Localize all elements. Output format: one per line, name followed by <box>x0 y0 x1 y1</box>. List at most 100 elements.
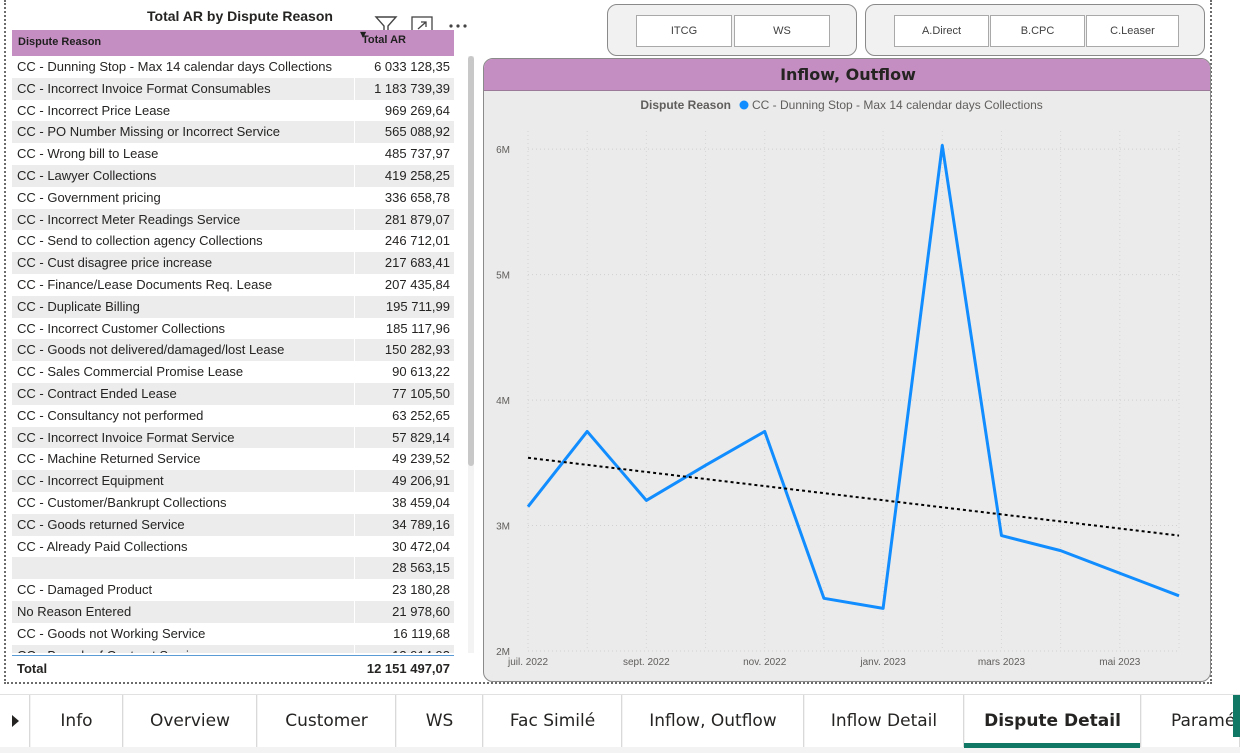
cell-dispute-reason: CC - Incorrect Meter Readings Service <box>17 211 241 227</box>
inflow-outflow-chart[interactable]: Inflow, Outflow Dispute Reason CC - Dunni… <box>483 58 1211 682</box>
scrollbar-thumb[interactable] <box>468 56 474 466</box>
legend-series-label[interactable]: CC - Dunning Stop - Max 14 calendar days… <box>752 98 1043 112</box>
table-row[interactable]: CC - Contract Ended Lease 77 105,50 <box>12 382 454 405</box>
table-row[interactable]: CC - Incorrect Customer Collections 185 1… <box>12 317 454 340</box>
table-body: CC - Dunning Stop - Max 14 calendar days… <box>12 56 454 653</box>
table-row[interactable]: CC - PO Number Missing or Incorrect Serv… <box>12 121 454 144</box>
table-row[interactable]: CC - Incorrect Price Lease 969 269,64 <box>12 99 454 122</box>
cell-divider <box>354 644 355 653</box>
table-row[interactable]: CC - Goods not Working Service 16 119,68 <box>12 622 454 645</box>
tab-ws[interactable]: WS <box>397 695 483 747</box>
slicer-option-ws[interactable]: WS <box>734 15 830 47</box>
cell-total-ar: 16 119,68 <box>393 625 450 641</box>
table-row[interactable]: No Reason Entered 21 978,60 <box>12 600 454 623</box>
x-tick-label: janv. 2023 <box>859 657 906 668</box>
table-row[interactable]: CC - Goods returned Service 34 789,16 <box>12 513 454 536</box>
table-row[interactable]: CC - Customer/Bankrupt Collections 38 459… <box>12 491 454 514</box>
tab-inflow-outflow[interactable]: Inflow, Outflow <box>623 695 804 747</box>
cell-dispute-reason: CC - Dunning Stop - Max 14 calendar days… <box>17 59 333 74</box>
cell-dispute-reason: CC - Goods returned Service <box>17 516 185 532</box>
x-tick-label: juil. 2022 <box>507 657 548 668</box>
page-tabs-bar: Info Overview Customer WS Fac Similé Inf… <box>0 694 1240 753</box>
cell-divider <box>354 470 355 492</box>
table-row[interactable]: CC - Lawyer Collections 419 258,25 <box>12 164 454 187</box>
cell-divider <box>354 382 355 405</box>
cell-total-ar: 336 658,78 <box>384 189 450 205</box>
cell-dispute-reason: CC - Incorrect Customer Collections <box>17 320 226 336</box>
cell-divider <box>354 491 355 514</box>
table-row[interactable]: CC - Incorrect Invoice Format Service 57 … <box>12 426 454 449</box>
cell-total-ar: 207 435,84 <box>384 276 450 292</box>
series-line[interactable] <box>526 143 1180 610</box>
slicer-option-a-direct[interactable]: A.Direct <box>894 15 989 47</box>
cell-dispute-reason: CC - Contract Ended Lease <box>17 385 177 401</box>
y-tick-label: 6M <box>496 145 510 156</box>
table-row[interactable]: CC - Dunning Stop - Max 14 calendar days… <box>12 56 454 78</box>
tabs-scroll-left-icon[interactable] <box>0 695 30 747</box>
active-tab-indicator <box>964 743 1140 748</box>
tab-parametres[interactable]: Paramé <box>1142 695 1240 747</box>
cell-divider <box>354 252 355 274</box>
slicer-option-b-cpc[interactable]: B.CPC <box>990 15 1085 47</box>
tab-inflow-detail[interactable]: Inflow Detail <box>805 695 964 747</box>
cell-dispute-reason: CC - PO Number Missing or Incorrect Serv… <box>17 124 280 140</box>
table-row[interactable]: CC - Incorrect Equipment 49 206,91 <box>12 470 454 492</box>
cell-dispute-reason: CC - Customer/Bankrupt Collections <box>17 494 227 510</box>
table-row[interactable]: CC - Already Paid Collections 30 472,04 <box>12 535 454 558</box>
cell-divider <box>354 426 355 449</box>
y-tick-label: 3M <box>496 522 510 533</box>
cell-dispute-reason: CC - Lawyer Collections <box>17 167 157 183</box>
cell-divider <box>354 361 355 383</box>
tab-fac-simile[interactable]: Fac Similé <box>484 695 622 747</box>
table-row[interactable]: CC - Government pricing 336 658,78 <box>12 186 454 209</box>
report-canvas: Total AR by Dispute Reason Dispute Reaso… <box>0 0 1240 753</box>
tab-customer[interactable]: Customer <box>258 695 396 747</box>
table-row[interactable]: CC - Send to collection agency Collectio… <box>12 230 454 253</box>
cell-divider <box>354 164 355 187</box>
cell-dispute-reason: CC - Already Paid Collections <box>17 538 188 554</box>
cell-total-ar: 28 563,15 <box>392 560 450 576</box>
cell-total-ar: 49 206,91 <box>392 473 450 489</box>
cell-dispute-reason: CC - Incorrect Invoice Format Service <box>17 429 235 445</box>
cell-dispute-reason: CC - Wrong bill to Lease <box>17 146 159 162</box>
cell-divider <box>354 557 355 580</box>
table-row[interactable]: CC - Incorrect Meter Readings Service 281… <box>12 208 454 231</box>
cell-total-ar: 6 033 128,35 <box>374 59 450 74</box>
slicer-option-itcg[interactable]: ITCG <box>636 15 732 47</box>
cell-total-ar: 57 829,14 <box>392 429 450 445</box>
cell-total-ar: 34 789,16 <box>392 516 450 532</box>
cell-total-ar: 30 472,04 <box>392 538 450 554</box>
table-row[interactable]: CC - Machine Returned Service 49 239,52 <box>12 448 454 471</box>
table-row[interactable]: CC - Sales Commercial Promise Lease 90 61… <box>12 361 454 383</box>
table-row[interactable]: CC - Wrong bill to Lease 485 737,97 <box>12 143 454 165</box>
table-row[interactable]: CC - Damaged Product 23 180,28 <box>12 579 454 601</box>
tab-overview[interactable]: Overview <box>124 695 257 747</box>
table-row[interactable]: CC - Cust disagree price increase 217 683… <box>12 252 454 274</box>
slicer-option-c-leaser[interactable]: C.Leaser <box>1086 15 1179 47</box>
table-row[interactable]: CC - Incorrect Invoice Format Consumable… <box>12 77 454 100</box>
cell-total-ar: 77 105,50 <box>392 385 450 401</box>
column-header-total-ar[interactable]: Total AR <box>362 34 406 46</box>
column-header-dispute-reason[interactable]: Dispute Reason <box>18 36 101 48</box>
line-chart-svg: Dispute Reason CC - Dunning Stop - Max 14… <box>496 98 1180 668</box>
cell-dispute-reason: CC - Damaged Product <box>17 582 153 598</box>
tab-dispute-detail[interactable]: Dispute Detail <box>965 695 1141 747</box>
total-value: 12 151 497,07 <box>366 661 450 676</box>
cell-total-ar: 419 258,25 <box>384 167 450 183</box>
cell-total-ar: 195 711,99 <box>385 298 450 314</box>
table-row[interactable]: CC - Breach of Contract Service 13 914,93 <box>12 644 454 653</box>
legend-marker <box>739 100 749 110</box>
table-row[interactable]: 28 563,15 <box>12 557 454 580</box>
cell-total-ar: 1 183 739,39 <box>374 80 450 96</box>
table-row[interactable]: CC - Duplicate Billing 195 711,99 <box>12 295 454 318</box>
cell-divider <box>354 448 355 471</box>
cell-divider <box>354 77 355 100</box>
table-row[interactable]: CC - Consultancy not performed 63 252,65 <box>12 404 454 427</box>
table-row[interactable]: CC - Finance/Lease Documents Req. Lease 2… <box>12 273 454 296</box>
tab-info[interactable]: Info <box>31 695 123 747</box>
table-row[interactable]: CC - Goods not delivered/damaged/lost Le… <box>12 339 454 362</box>
cell-dispute-reason: CC - Incorrect Invoice Format Consumable… <box>17 80 271 96</box>
table-scrollbar[interactable] <box>468 56 474 653</box>
cell-total-ar: 23 180,28 <box>392 582 450 598</box>
dispute-reason-table[interactable]: Total AR by Dispute Reason Dispute Reaso… <box>10 4 484 680</box>
